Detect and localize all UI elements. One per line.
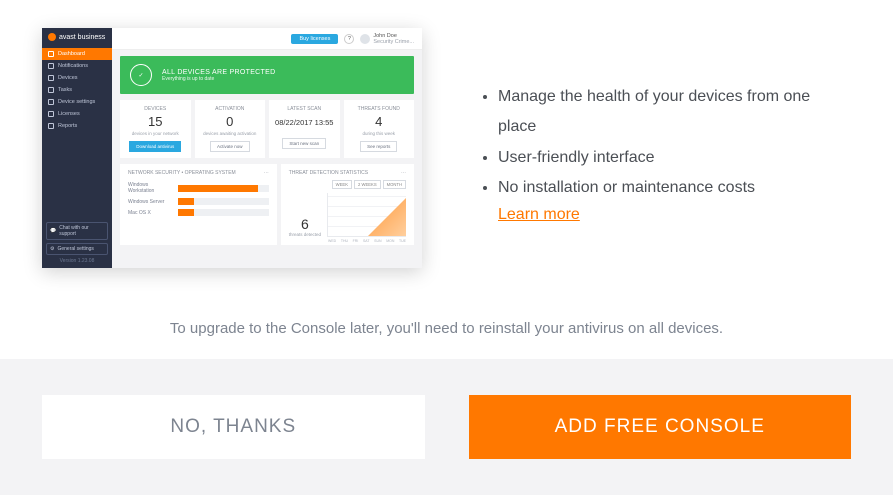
console-screenshot: avast business Dashboard Notifications D… bbox=[42, 28, 422, 268]
nav-device-settings: Device settings bbox=[42, 96, 112, 108]
dashboard-icon bbox=[48, 51, 54, 57]
brand-text: avast business bbox=[59, 34, 105, 41]
status-title: ALL DEVICES ARE PROTECTED bbox=[162, 69, 275, 76]
stat-latest-scan: LATEST SCAN 08/22/2017 13:55 Start new s… bbox=[269, 100, 340, 158]
feature-item: Manage the health of your devices from o… bbox=[498, 82, 851, 143]
threat-panel: THREAT DETECTION STATISTICS⋯ WEEK 2 WEEK… bbox=[281, 164, 414, 245]
screenshot-main: Buy licenses ? John Doe Security Crime..… bbox=[112, 28, 422, 268]
nav-dashboard: Dashboard bbox=[42, 48, 112, 60]
nav-tasks: Tasks bbox=[42, 84, 112, 96]
gear-icon: ⚙ bbox=[50, 246, 54, 252]
panel-menu-icon: ⋯ bbox=[401, 170, 406, 176]
chat-icon: 💬 bbox=[50, 228, 56, 234]
nav-notifications: Notifications bbox=[42, 60, 112, 72]
screenshot-sidebar: avast business Dashboard Notifications D… bbox=[42, 28, 112, 268]
buy-licenses-btn: Buy licenses bbox=[291, 34, 338, 44]
stat-activation: ACTIVATION 0 devices awaiting activation… bbox=[195, 100, 266, 158]
brand: avast business bbox=[42, 28, 112, 46]
nav-licenses: Licenses bbox=[42, 108, 112, 120]
feature-item: User-friendly interface bbox=[498, 143, 851, 173]
os-row-macos: Mac OS X bbox=[128, 209, 269, 216]
sidebar-footer: 💬Chat with our support ⚙General settings… bbox=[46, 222, 108, 264]
threat-count: 6 threats detected bbox=[289, 216, 321, 237]
stat-devices: DEVICES 15 devices in your network Downl… bbox=[120, 100, 191, 158]
sliders-icon bbox=[48, 99, 54, 105]
panel-row: NETWORK SECURITY • OPERATING SYSTEM⋯ Win… bbox=[120, 164, 414, 245]
nav-list: Dashboard Notifications Devices Tasks De… bbox=[42, 46, 112, 134]
status-sub: Everything is up to date bbox=[162, 76, 275, 82]
bell-icon bbox=[48, 63, 54, 69]
check-circle-icon: ✓ bbox=[130, 64, 152, 86]
footer-actions: NO, THANKS ADD FREE CONSOLE bbox=[0, 359, 893, 495]
stat-row: DEVICES 15 devices in your network Downl… bbox=[120, 100, 414, 158]
user-menu: John Doe Security Crime... bbox=[360, 33, 414, 45]
topbar: Buy licenses ? John Doe Security Crime..… bbox=[112, 28, 422, 50]
nav-devices: Devices bbox=[42, 72, 112, 84]
chat-support-btn: 💬Chat with our support bbox=[46, 222, 108, 240]
monitor-icon bbox=[48, 75, 54, 81]
feature-item: No installation or maintenance costs bbox=[498, 173, 851, 203]
learn-more-link[interactable]: Learn more bbox=[498, 206, 580, 223]
stat-threats: THREATS FOUND 4 during this week See rep… bbox=[344, 100, 415, 158]
help-icon: ? bbox=[344, 34, 354, 44]
os-row-windows-srv: Windows Server bbox=[128, 198, 269, 205]
add-console-button[interactable]: ADD FREE CONSOLE bbox=[469, 395, 852, 459]
nav-reports: Reports bbox=[42, 120, 112, 132]
threat-chart: WED THU FRI SAT SUN MON TUE bbox=[327, 193, 406, 237]
os-panel: NETWORK SECURITY • OPERATING SYSTEM⋯ Win… bbox=[120, 164, 277, 245]
key-icon bbox=[48, 111, 54, 117]
report-icon bbox=[48, 123, 54, 129]
feature-list: Manage the health of your devices from o… bbox=[478, 82, 851, 204]
upgrade-note: To upgrade to the Console later, you'll … bbox=[0, 320, 893, 337]
no-thanks-button[interactable]: NO, THANKS bbox=[42, 395, 425, 459]
general-settings-btn: ⚙General settings bbox=[46, 243, 108, 255]
user-subtitle: Security Crime... bbox=[373, 39, 414, 45]
avast-logo-icon bbox=[48, 33, 56, 41]
range-tabs: WEEK 2 WEEKS MONTH bbox=[289, 180, 406, 189]
status-bar: ✓ ALL DEVICES ARE PROTECTED Everything i… bbox=[120, 56, 414, 94]
check-icon bbox=[48, 87, 54, 93]
version-label: Version 1.23.08 bbox=[46, 258, 108, 264]
avatar-icon bbox=[360, 34, 370, 44]
panel-menu-icon: ⋯ bbox=[264, 170, 269, 176]
promo-column: Manage the health of your devices from o… bbox=[478, 28, 851, 268]
os-row-windows-ws: Windows Workstation bbox=[128, 182, 269, 194]
